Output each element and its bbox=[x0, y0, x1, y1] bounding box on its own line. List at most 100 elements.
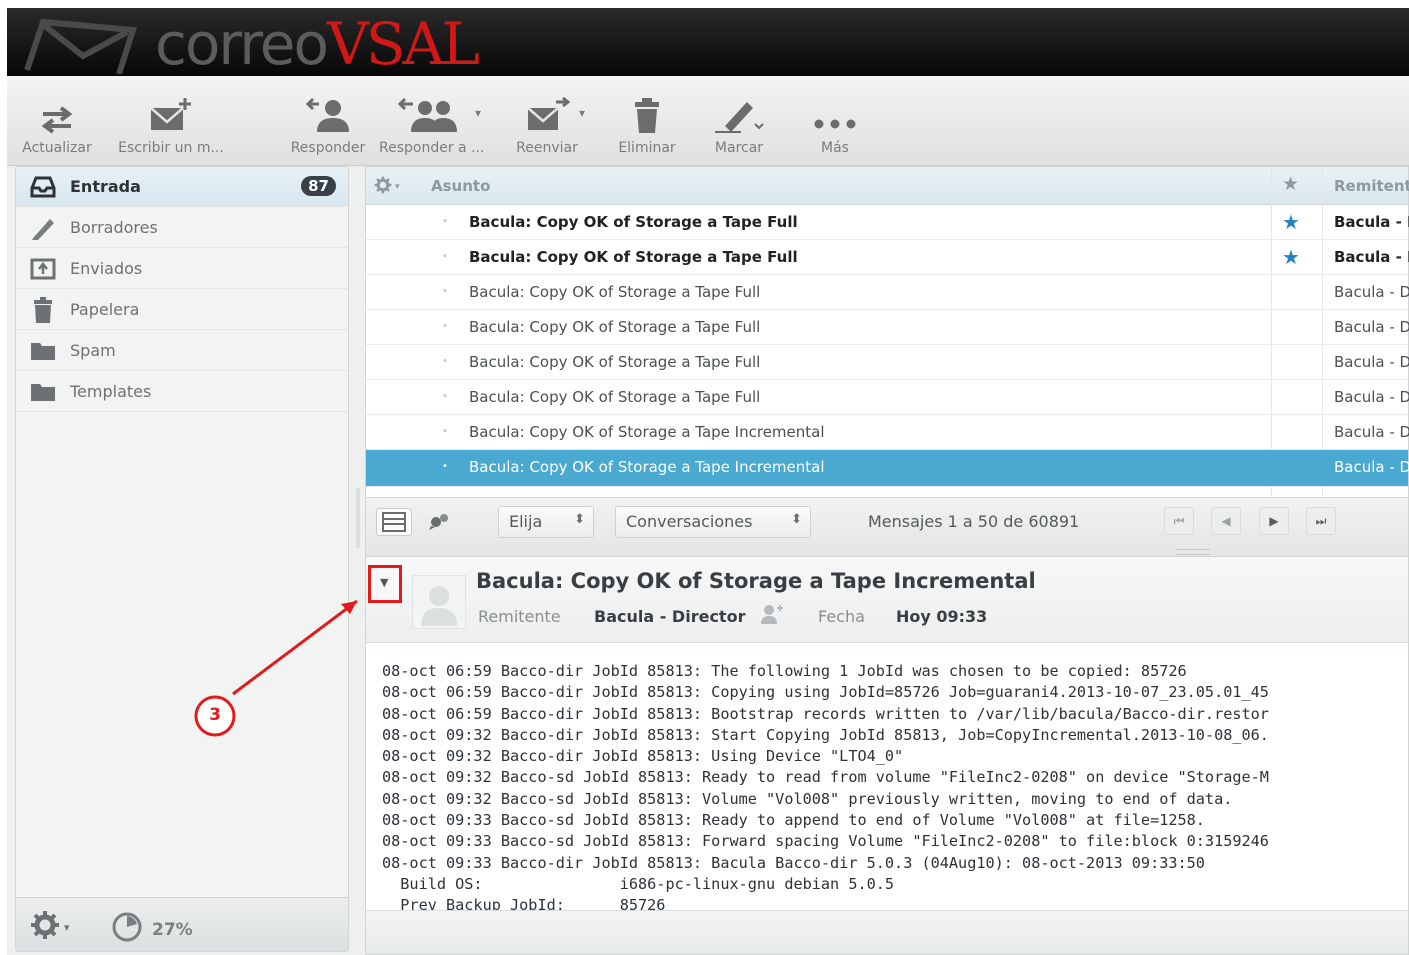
column-header-subject[interactable]: Asunto bbox=[431, 177, 490, 195]
previous-page-icon[interactable]: ◀ bbox=[1211, 507, 1241, 535]
message-subject: Bacula: Copy OK of Storage a Tape Full bbox=[469, 213, 798, 231]
avatar bbox=[412, 575, 466, 629]
refresh-button[interactable]: Actualizar bbox=[17, 96, 97, 156]
column-header-from[interactable]: Remitente bbox=[1334, 177, 1409, 195]
main-toolbar: Actualizar Escribir un m... Responder Re… bbox=[7, 76, 1409, 166]
folder-icon bbox=[16, 382, 70, 402]
message-row[interactable]: • Bacula: Copy OK of Storage a Tape Full… bbox=[366, 380, 1409, 415]
folder-label: Borradores bbox=[70, 218, 158, 237]
trash-icon bbox=[610, 96, 684, 134]
updown-arrow-icon: ⬍ bbox=[791, 512, 802, 527]
gear-icon bbox=[30, 910, 60, 944]
message-row-selected[interactable]: • Bacula: Copy OK of Storage a Tape Incr… bbox=[366, 450, 1409, 487]
next-page-icon[interactable]: ▶ bbox=[1259, 507, 1289, 535]
folder-icon bbox=[16, 341, 70, 361]
delete-label: Eliminar bbox=[618, 140, 676, 156]
threads-dropdown[interactable]: Conversaciones ⬍ bbox=[615, 506, 811, 538]
quota-indicator: 27% bbox=[112, 912, 193, 947]
forward-label: Reenviar bbox=[516, 140, 578, 156]
list-view-icon bbox=[377, 512, 411, 539]
message-list-header: ▾ Asunto ★ Remitente bbox=[366, 167, 1409, 205]
quota-percentage: 27% bbox=[152, 919, 193, 940]
header-toggle-button[interactable]: ▼ bbox=[368, 565, 402, 603]
message-row[interactable]: • Bacula: Copy OK of Storage a Tape Full… bbox=[366, 345, 1409, 380]
message-from: Bacula - Director bbox=[1334, 213, 1409, 231]
pencil-icon bbox=[16, 215, 70, 241]
from-label: Remitente bbox=[478, 607, 561, 626]
message-row[interactable]: • Bacula: Copy OK of Storage a Tape Full… bbox=[366, 310, 1409, 345]
bullet-icon: • bbox=[442, 391, 448, 402]
more-label: Más bbox=[821, 140, 849, 156]
thread-bubbles-icon bbox=[426, 514, 454, 536]
message-from: Bacula - Director bbox=[1334, 248, 1409, 266]
inbox-icon bbox=[16, 176, 70, 198]
message-row[interactable]: • Bacula: Copy OK of Storage a Tape Full… bbox=[366, 240, 1409, 275]
trash-icon bbox=[16, 296, 70, 323]
message-from: Bacula - Director bbox=[1334, 423, 1409, 441]
unread-count-badge: 87 bbox=[301, 176, 336, 196]
reply-all-dropdown-icon[interactable]: ▾ bbox=[475, 106, 481, 120]
select-dropdown[interactable]: Elija ⬍ bbox=[498, 506, 594, 538]
bullet-icon: • bbox=[442, 251, 448, 262]
message-from: Bacula - Director bbox=[1334, 388, 1409, 406]
bullet-icon: • bbox=[442, 286, 448, 297]
folder-item-inbox[interactable]: Entrada 87 bbox=[16, 167, 348, 207]
mark-button[interactable]: Marcar bbox=[703, 96, 775, 156]
message-row[interactable]: • Bacula: Copy OK of Storage a Tape Incr… bbox=[366, 415, 1409, 450]
more-button[interactable]: Más bbox=[807, 96, 863, 156]
message-row[interactable]: • Bacula: Copy OK of Storage a Tape Full… bbox=[366, 205, 1409, 240]
pencil-mark-icon bbox=[703, 96, 775, 134]
compose-mail-icon bbox=[115, 96, 227, 134]
message-subject: Bacula: Copy OK of Storage a Tape Full bbox=[469, 283, 761, 301]
compose-button[interactable]: Escribir un m... bbox=[115, 96, 227, 156]
last-page-icon[interactable]: ⏭ bbox=[1306, 507, 1336, 535]
delete-button[interactable]: Eliminar bbox=[610, 96, 684, 156]
vertical-splitter-handle[interactable] bbox=[356, 488, 360, 548]
message-subject: Bacula: Copy OK of Storage a Tape Increm… bbox=[469, 458, 825, 476]
pager-count: Mensajes 1 a 50 de 60891 bbox=[868, 512, 1080, 531]
mark-label: Marcar bbox=[714, 140, 764, 156]
date-label: Fecha bbox=[818, 607, 865, 626]
bullet-icon: • bbox=[442, 461, 448, 472]
compose-label: Escribir un m... bbox=[118, 140, 224, 156]
message-row[interactable]: • Bacula: Copy OK of Storage a Tape Full… bbox=[366, 275, 1409, 310]
chevron-down-icon: ▾ bbox=[64, 920, 70, 934]
app-logo: correoVSAL bbox=[155, 10, 480, 76]
reply-all-button[interactable]: Responder a ... bbox=[379, 96, 484, 156]
list-options-button[interactable]: ▾ bbox=[374, 176, 400, 198]
horizontal-splitter-handle[interactable] bbox=[1176, 549, 1210, 555]
flagged-star-icon[interactable]: ★ bbox=[1282, 210, 1300, 234]
bullet-icon: • bbox=[442, 321, 448, 332]
preview-header: ▼ Bacula: Copy OK of Storage a Tape Incr… bbox=[366, 557, 1408, 643]
folder-item-sent[interactable]: Enviados bbox=[16, 249, 348, 289]
forward-button[interactable]: Reenviar bbox=[507, 96, 587, 156]
folder-item-trash[interactable]: Papelera bbox=[16, 290, 348, 330]
folder-label: Papelera bbox=[70, 300, 140, 319]
flagged-star-icon[interactable]: ★ bbox=[1282, 245, 1300, 269]
refresh-label: Actualizar bbox=[22, 140, 92, 156]
threads-toggle-button[interactable] bbox=[426, 510, 454, 536]
folder-item-templates[interactable]: Templates bbox=[16, 372, 348, 412]
message-subject: Bacula: Copy OK of Storage a Tape Full bbox=[469, 388, 761, 406]
select-dropdown-label: Elija bbox=[509, 512, 543, 531]
from-value[interactable]: Bacula - Director bbox=[594, 607, 745, 626]
message-list-footer: Elija ⬍ Conversaciones ⬍ Mensajes 1 a 50… bbox=[366, 497, 1408, 557]
message-body: 08-oct 06:59 Bacco-dir JobId 85813: The … bbox=[382, 662, 1269, 915]
folder-item-drafts[interactable]: Borradores bbox=[16, 208, 348, 248]
bullet-icon: • bbox=[442, 426, 448, 437]
reply-label: Responder bbox=[290, 140, 366, 156]
gear-icon bbox=[374, 176, 392, 198]
message-subject: Bacula: Copy OK of Storage a Tape Full bbox=[469, 353, 761, 371]
folder-label: Enviados bbox=[70, 259, 143, 278]
column-header-flag-star-icon[interactable]: ★ bbox=[1282, 173, 1299, 195]
folder-label: Entrada bbox=[70, 177, 141, 196]
list-view-button[interactable] bbox=[376, 508, 412, 536]
reply-person-icon bbox=[287, 96, 369, 134]
forward-dropdown-icon[interactable]: ▾ bbox=[579, 106, 585, 120]
folder-options-button[interactable]: ▾ bbox=[30, 910, 70, 944]
envelope-logo-icon bbox=[24, 18, 137, 74]
first-page-icon[interactable]: ⏮ bbox=[1164, 507, 1194, 535]
add-contact-icon[interactable] bbox=[760, 603, 784, 629]
reply-button[interactable]: Responder bbox=[287, 96, 369, 156]
folder-item-spam[interactable]: Spam bbox=[16, 331, 348, 371]
